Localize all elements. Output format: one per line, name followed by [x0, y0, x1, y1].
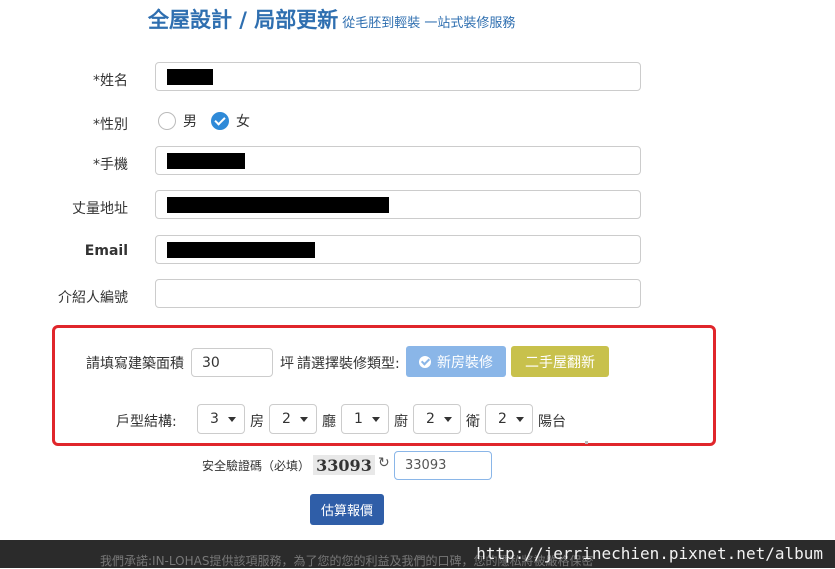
- rooms-unit: 房: [250, 414, 264, 430]
- halls-value: 2: [282, 411, 291, 427]
- type-old-label: 二手屋翻新: [525, 354, 595, 371]
- name-field[interactable]: [155, 62, 641, 91]
- balconies-unit: 陽台: [538, 414, 566, 430]
- check-circle-icon: [419, 355, 431, 368]
- kitchens-select[interactable]: 1: [341, 404, 389, 434]
- gender-radio-female[interactable]: [211, 112, 229, 130]
- balconies-select[interactable]: 2: [485, 404, 533, 434]
- redacted-block: [167, 242, 315, 258]
- chevron-down-icon: [228, 417, 236, 422]
- area-input[interactable]: [192, 349, 272, 376]
- phone-field[interactable]: [155, 146, 641, 175]
- gender-radio-group: 男 女: [158, 111, 264, 131]
- type-new-label: 新房裝修: [437, 354, 493, 371]
- kitchens-value: 1: [354, 411, 363, 427]
- baths-unit: 衛: [466, 414, 480, 430]
- layout-label: 戶型結構:: [116, 414, 177, 430]
- halls-select[interactable]: 2: [269, 404, 317, 434]
- referrer-field[interactable]: [155, 279, 641, 308]
- name-label: *姓名: [93, 73, 128, 89]
- rooms-value: 3: [210, 411, 219, 427]
- area-label: 請填寫建築面積: [86, 356, 184, 372]
- chevron-down-icon: [444, 417, 452, 422]
- halls-unit: 廳: [322, 414, 336, 430]
- email-field[interactable]: [155, 235, 641, 264]
- decorative-dot: [585, 441, 588, 444]
- page-title-main: 全屋設計 / 局部更新: [148, 8, 339, 32]
- gender-radio-male[interactable]: [158, 112, 176, 130]
- captcha-image: 33093: [313, 455, 375, 475]
- gender-female-label: 女: [236, 114, 250, 130]
- watermark-text: http://jerrinechien.pixnet.net/album: [476, 544, 823, 563]
- address-label: 丈量地址: [72, 201, 128, 217]
- baths-select[interactable]: 2: [413, 404, 461, 434]
- chevron-down-icon: [300, 417, 308, 422]
- captcha-input[interactable]: [395, 452, 491, 479]
- referrer-label: 介紹人編號: [58, 290, 128, 306]
- refresh-icon[interactable]: ↻: [378, 455, 390, 471]
- redacted-block: [167, 197, 389, 213]
- captcha-label: 安全驗證碼（必填）: [202, 459, 311, 473]
- type-new-button[interactable]: 新房裝修: [406, 346, 506, 377]
- type-label: 請選擇裝修類型:: [297, 356, 400, 372]
- chevron-down-icon: [516, 417, 524, 422]
- captcha-field[interactable]: [394, 451, 492, 480]
- phone-label: *手機: [93, 157, 128, 173]
- balconies-value: 2: [498, 411, 507, 427]
- submit-label: 估算報價: [320, 504, 373, 519]
- kitchens-unit: 廚: [394, 414, 408, 430]
- gender-male-label: 男: [183, 114, 197, 130]
- email-label: Email: [84, 243, 128, 259]
- referrer-input[interactable]: [156, 280, 640, 307]
- area-field[interactable]: [191, 348, 273, 377]
- page-subtitle: 從毛胚到輕裝 一站式裝修服務: [342, 16, 516, 31]
- type-old-button[interactable]: 二手屋翻新: [511, 346, 609, 377]
- address-field[interactable]: [155, 190, 641, 219]
- redacted-block: [167, 153, 245, 169]
- redacted-block: [167, 69, 213, 85]
- chevron-down-icon: [372, 417, 380, 422]
- area-unit: 坪: [280, 356, 294, 372]
- estimate-submit-button[interactable]: 估算報價: [310, 494, 384, 525]
- rooms-select[interactable]: 3: [197, 404, 245, 434]
- gender-label: *性別: [93, 117, 128, 133]
- page-title: 全屋設計 / 局部更新 從毛胚到輕裝 一站式裝修服務: [148, 4, 515, 34]
- baths-value: 2: [426, 411, 435, 427]
